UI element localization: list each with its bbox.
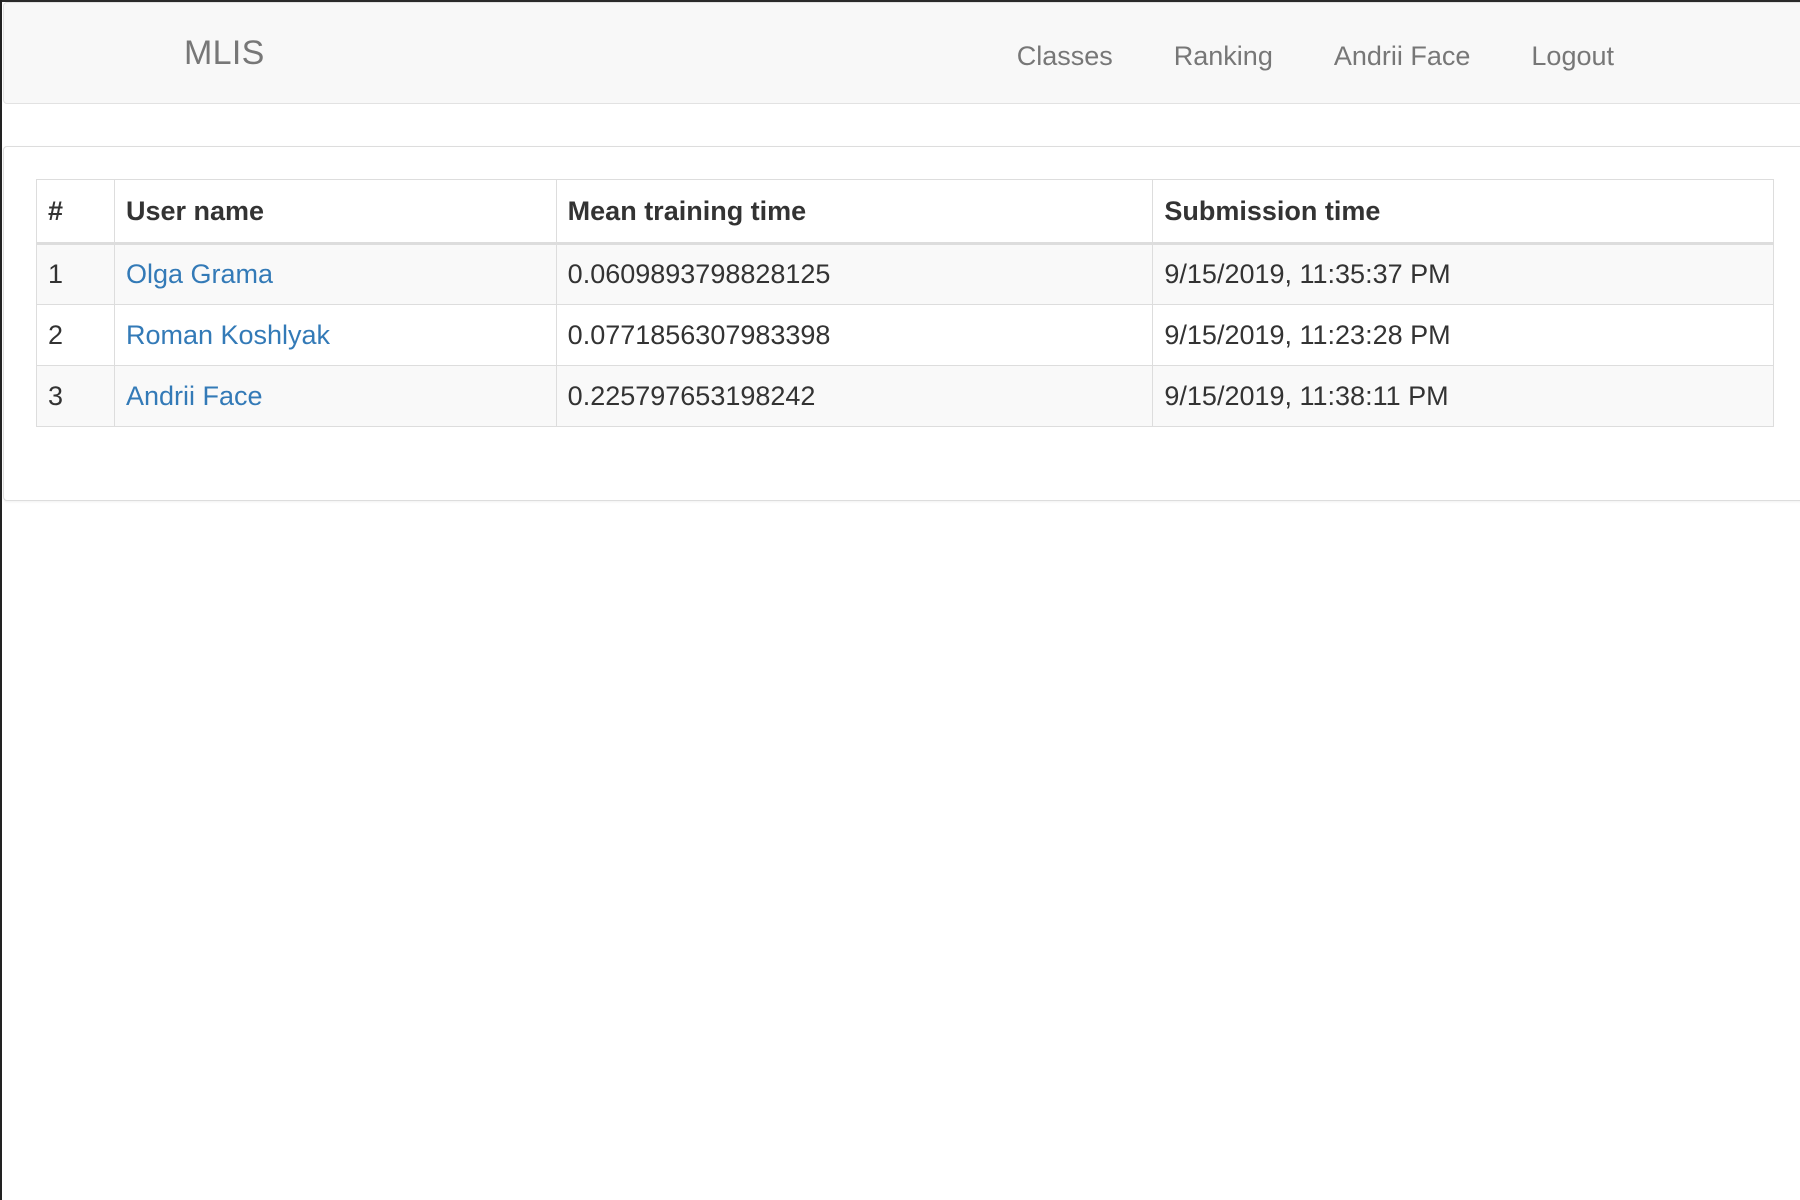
mean-training-time-cell: 0.0771856307983398 (555, 304, 1154, 366)
user-cell: Roman Koshlyak (113, 304, 557, 366)
nav-logout-link[interactable]: Logout (1531, 41, 1614, 72)
nav-classes-link[interactable]: Classes (1017, 41, 1113, 72)
user-link[interactable]: Andrii Face (126, 381, 263, 411)
user-cell: Andrii Face (113, 365, 557, 427)
rank-cell: 1 (36, 243, 115, 305)
table-header-row: # User name Mean training time Submissio… (36, 179, 1774, 245)
submission-time-cell: 9/15/2019, 11:23:28 PM (1152, 304, 1774, 366)
brand-link[interactable]: MLIS (184, 34, 265, 73)
user-cell: Olga Grama (113, 243, 557, 305)
table-row: 2 Roman Koshlyak 0.0771856307983398 9/15… (36, 304, 1774, 366)
table-row: 1 Olga Grama 0.0609893798828125 9/15/201… (36, 243, 1774, 305)
header-mean-training-time: Mean training time (555, 179, 1154, 245)
window-left-edge (0, 0, 2, 1200)
ranking-panel: # User name Mean training time Submissio… (3, 146, 1800, 501)
nav-user-profile-link[interactable]: Andrii Face (1334, 41, 1471, 72)
navbar: MLIS Classes Ranking Andrii Face Logout (3, 2, 1800, 104)
mean-training-time-cell: 0.225797653198242 (555, 365, 1154, 427)
rank-cell: 2 (36, 304, 115, 366)
header-rank: # (36, 179, 115, 245)
header-user-name: User name (113, 179, 557, 245)
user-link[interactable]: Olga Grama (126, 259, 273, 289)
nav-ranking-link[interactable]: Ranking (1174, 41, 1273, 72)
submission-time-cell: 9/15/2019, 11:35:37 PM (1152, 243, 1774, 305)
mean-training-time-cell: 0.0609893798828125 (555, 243, 1154, 305)
table-row: 3 Andrii Face 0.225797653198242 9/15/201… (36, 365, 1774, 427)
ranking-table: # User name Mean training time Submissio… (36, 179, 1774, 427)
header-submission-time: Submission time (1152, 179, 1774, 245)
nav-links: Classes Ranking Andrii Face Logout (956, 41, 1614, 72)
submission-time-cell: 9/15/2019, 11:38:11 PM (1152, 365, 1774, 427)
rank-cell: 3 (36, 365, 115, 427)
user-link[interactable]: Roman Koshlyak (126, 320, 330, 350)
